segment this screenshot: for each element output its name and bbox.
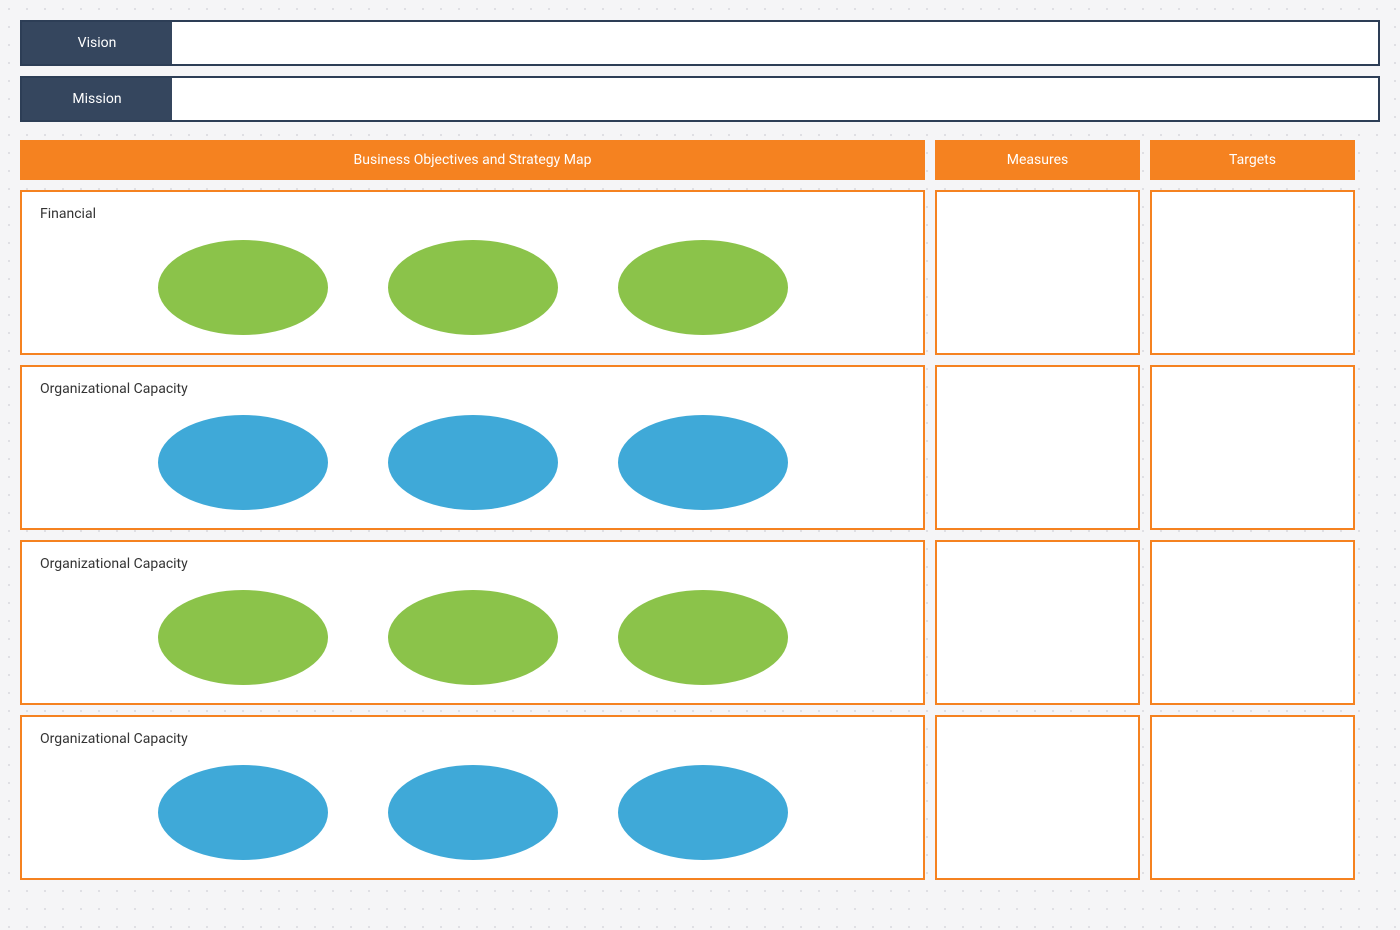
measures-cell-1[interactable]: [935, 365, 1140, 530]
header-targets: Targets: [1150, 140, 1355, 180]
objective-ellipse[interactable]: [158, 415, 328, 510]
perspective-row-3: Organizational Capacity: [20, 715, 1380, 880]
objective-ellipse[interactable]: [618, 240, 788, 335]
objectives-cell-0[interactable]: Financial: [20, 190, 925, 355]
vision-label: Vision: [22, 22, 172, 64]
perspective-label-2: Organizational Capacity: [40, 556, 905, 572]
targets-cell-3[interactable]: [1150, 715, 1355, 880]
objective-ellipse[interactable]: [388, 765, 558, 860]
mission-row[interactable]: Mission: [20, 76, 1380, 122]
measures-cell-3[interactable]: [935, 715, 1140, 880]
objective-ellipse[interactable]: [388, 415, 558, 510]
perspective-row-0: Financial: [20, 190, 1380, 355]
targets-cell-1[interactable]: [1150, 365, 1355, 530]
measures-cell-2[interactable]: [935, 540, 1140, 705]
targets-cell-2[interactable]: [1150, 540, 1355, 705]
vision-row[interactable]: Vision: [20, 20, 1380, 66]
header-measures: Measures: [935, 140, 1140, 180]
objective-ellipse[interactable]: [388, 590, 558, 685]
perspective-row-1: Organizational Capacity: [20, 365, 1380, 530]
column-headers: Business Objectives and Strategy Map Mea…: [20, 140, 1380, 180]
perspective-label-1: Organizational Capacity: [40, 381, 905, 397]
perspective-label-3: Organizational Capacity: [40, 731, 905, 747]
ellipse-group-0: [40, 240, 905, 335]
measures-cell-0[interactable]: [935, 190, 1140, 355]
objectives-cell-3[interactable]: Organizational Capacity: [20, 715, 925, 880]
objective-ellipse[interactable]: [158, 240, 328, 335]
objective-ellipse[interactable]: [618, 765, 788, 860]
ellipse-group-2: [40, 590, 905, 685]
perspective-row-2: Organizational Capacity: [20, 540, 1380, 705]
objective-ellipse[interactable]: [618, 590, 788, 685]
objectives-cell-2[interactable]: Organizational Capacity: [20, 540, 925, 705]
objective-ellipse[interactable]: [158, 590, 328, 685]
objectives-cell-1[interactable]: Organizational Capacity: [20, 365, 925, 530]
ellipse-group-3: [40, 765, 905, 860]
mission-content[interactable]: [172, 78, 1378, 120]
targets-cell-0[interactable]: [1150, 190, 1355, 355]
perspective-label-0: Financial: [40, 206, 905, 222]
objective-ellipse[interactable]: [618, 415, 788, 510]
ellipse-group-1: [40, 415, 905, 510]
mission-label: Mission: [22, 78, 172, 120]
objective-ellipse[interactable]: [158, 765, 328, 860]
header-objectives: Business Objectives and Strategy Map: [20, 140, 925, 180]
vision-content[interactable]: [172, 22, 1378, 64]
objective-ellipse[interactable]: [388, 240, 558, 335]
